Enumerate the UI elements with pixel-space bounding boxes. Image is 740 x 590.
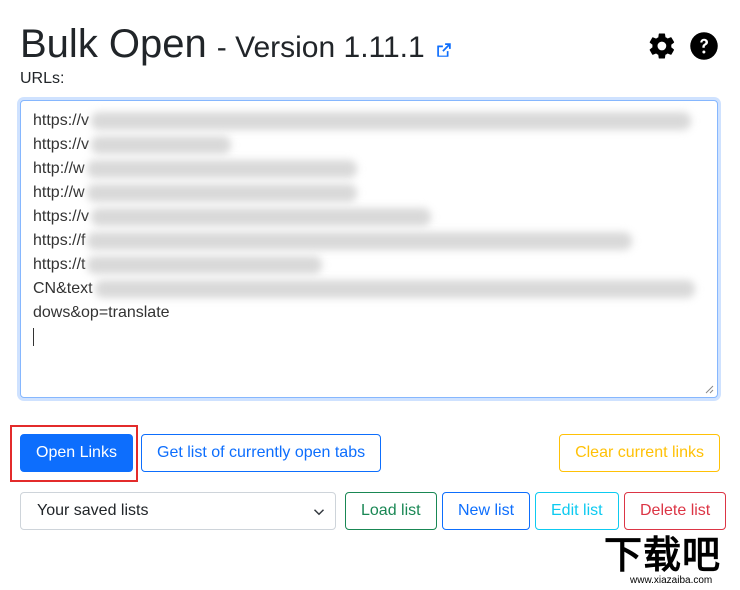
urls-label: URLs: bbox=[20, 70, 65, 87]
new-list-button[interactable]: New list bbox=[442, 492, 531, 530]
saved-lists-select[interactable]: Your saved lists bbox=[20, 492, 336, 530]
header-actions bbox=[646, 30, 720, 62]
open-links-button[interactable]: Open Links bbox=[20, 434, 133, 472]
chevron-down-icon bbox=[313, 509, 325, 516]
app-version: - Version 1.11.1 bbox=[216, 31, 425, 64]
watermark-logo: 下载吧 www.xiazaiba.com bbox=[604, 534, 736, 586]
clear-links-button[interactable]: Clear current links bbox=[559, 434, 720, 472]
watermark-url: www.xiazaiba.com bbox=[630, 575, 713, 586]
resize-handle[interactable] bbox=[704, 384, 714, 394]
question-circle-icon[interactable] bbox=[688, 30, 720, 62]
external-link-icon[interactable] bbox=[435, 41, 453, 59]
page-header: Bulk Open - Version 1.11.1 bbox=[20, 20, 453, 72]
load-list-button[interactable]: Load list bbox=[345, 492, 437, 530]
app-title: Bulk Open bbox=[20, 22, 207, 66]
url-line: CN&text bbox=[33, 277, 705, 301]
get-open-tabs-button[interactable]: Get list of currently open tabs bbox=[141, 434, 382, 472]
url-line: https://v bbox=[33, 109, 705, 133]
url-line: http://w bbox=[33, 181, 705, 205]
urls-textarea[interactable]: https://v https://v http://w http://w ht… bbox=[20, 100, 718, 398]
url-line: dows&op=translate bbox=[33, 304, 170, 321]
watermark-text: 下载吧 bbox=[604, 533, 722, 577]
url-line: https://v bbox=[33, 133, 705, 157]
gear-icon[interactable] bbox=[646, 30, 678, 62]
saved-lists-selected: Your saved lists bbox=[37, 502, 149, 519]
edit-list-button[interactable]: Edit list bbox=[535, 492, 619, 530]
url-line: https://v bbox=[33, 205, 705, 229]
url-line: https://t bbox=[33, 253, 705, 277]
url-line: http://w bbox=[33, 157, 705, 181]
url-line: https://f bbox=[33, 229, 705, 253]
text-caret bbox=[33, 328, 34, 346]
delete-list-button[interactable]: Delete list bbox=[624, 492, 727, 530]
